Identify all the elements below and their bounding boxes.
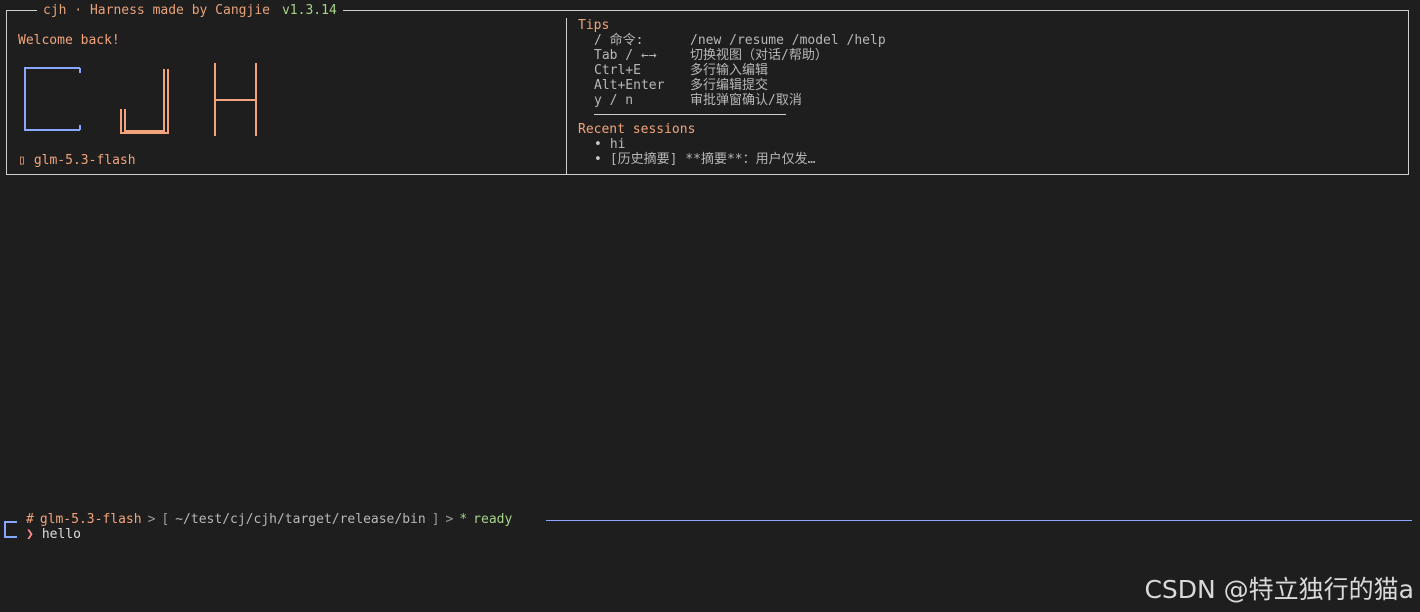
- tip-item: / 命令: /new /resume /model /help: [578, 33, 1398, 48]
- tip-key: Tab / ←→: [594, 48, 657, 63]
- tip-desc: 切换视图（对话/帮助）: [690, 48, 828, 63]
- status-line: # glm-5.3-flash > [ ~/test/cj/cjh/target…: [26, 512, 512, 527]
- model-icon: ▯: [18, 153, 26, 168]
- bullet-icon: •: [594, 137, 602, 152]
- prompt-caret-icon: ❯: [26, 527, 34, 542]
- status-rule: [546, 520, 1412, 521]
- input-line[interactable]: ❯ hello: [26, 527, 81, 542]
- tip-item: Ctrl+E 多行输入编辑: [578, 63, 1398, 78]
- cjh-logo: [24, 63, 257, 136]
- tip-key: y / n: [594, 93, 634, 108]
- recent-session-item[interactable]: • hi: [578, 137, 1398, 152]
- prompt-bracket-bottom: [4, 536, 17, 538]
- app-title: cjh · Harness made by Cangjie: [43, 3, 270, 18]
- welcome-message: Welcome back!: [18, 33, 120, 48]
- tip-key: Ctrl+E: [594, 63, 641, 78]
- status-separator: >: [147, 512, 156, 527]
- tip-item: Tab / ←→ 切换视图（对话/帮助）: [578, 48, 1398, 63]
- tips-panel: Tips / 命令: /new /resume /model /help Tab…: [578, 18, 1398, 167]
- panel-title: cjh · Harness made by Cangjie v1.3.14: [37, 3, 343, 18]
- welcome-panel: cjh · Harness made by Cangjie v1.3.14 Wel…: [6, 3, 1409, 175]
- tip-desc: 审批弹窗确认/取消: [690, 93, 802, 108]
- model-badge: ▯ glm-5.3-flash: [18, 153, 136, 168]
- status-hash: #: [26, 512, 34, 527]
- tip-item: Alt+Enter 多行编辑提交: [578, 78, 1398, 93]
- status-star: *: [459, 512, 468, 527]
- tip-key: / 命令:: [594, 33, 644, 48]
- tips-title: Tips: [578, 18, 610, 33]
- tips-list: / 命令: /new /resume /model /help Tab / ←→…: [578, 33, 1398, 108]
- status-path: ~/test/cj/cjh/target/release/bin: [175, 512, 426, 527]
- status-separator: >: [445, 512, 454, 527]
- app-version: v1.3.14: [281, 3, 337, 18]
- tip-key: Alt+Enter: [594, 78, 665, 93]
- recent-session-label: hi: [609, 137, 626, 152]
- tip-desc: /new /resume /model /help: [690, 33, 886, 48]
- tip-desc: 多行编辑提交: [690, 78, 769, 93]
- bullet-icon: •: [594, 152, 602, 167]
- model-badge-label: glm-5.3-flash: [33, 153, 136, 168]
- tip-desc: 多行输入编辑: [690, 63, 769, 78]
- watermark: CSDN @特立独行的猫a: [1144, 575, 1414, 604]
- prompt-bracket-icon: [4, 521, 17, 537]
- status-path-open: [: [161, 512, 170, 527]
- status-model: glm-5.3-flash: [39, 512, 142, 527]
- recent-session-label: [历史摘要] **摘要**：用户仅发…: [609, 152, 816, 167]
- prompt-area[interactable]: # glm-5.3-flash > [ ~/test/cj/cjh/target…: [4, 512, 1414, 552]
- tip-item: y / n 审批弹窗确认/取消: [578, 93, 1398, 108]
- panel-divider: [566, 18, 567, 175]
- recent-session-item[interactable]: • [历史摘要] **摘要**：用户仅发…: [578, 152, 1398, 167]
- recent-sessions-list: • hi • [历史摘要] **摘要**：用户仅发…: [578, 137, 1398, 167]
- status-state: ready: [473, 512, 513, 527]
- prompt-input[interactable]: hello: [42, 527, 81, 542]
- recent-sessions-title: Recent sessions: [578, 122, 696, 137]
- tips-separator: [594, 114, 786, 115]
- status-path-close: ]: [431, 512, 440, 527]
